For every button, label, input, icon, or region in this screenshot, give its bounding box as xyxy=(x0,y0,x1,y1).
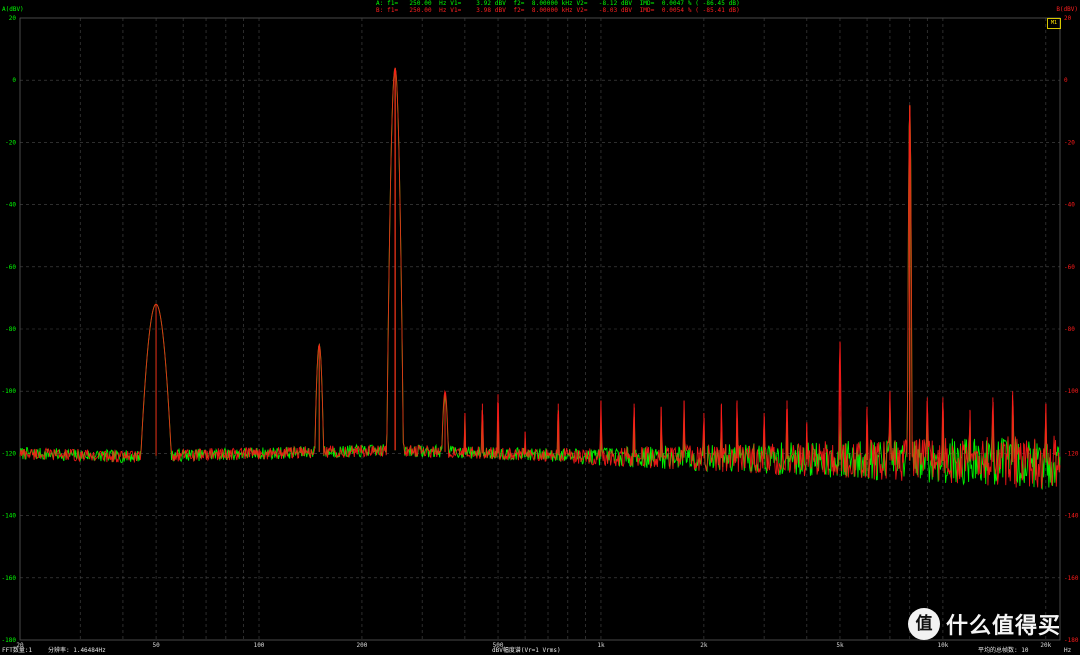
y-tick-label-right: -20 xyxy=(1064,139,1075,146)
x-tick-label: 5k xyxy=(836,642,844,649)
fft-spectrum-chart: 200-20-40-60-80-100-120-140-160-180200-2… xyxy=(2,15,1079,649)
resolution-label: 分辨率: 1.46484Hz xyxy=(48,647,106,654)
watermark: 值 什么值得买 xyxy=(908,608,1061,640)
y-tick-label-right: -140 xyxy=(1064,513,1079,520)
y-tick-label-right: -100 xyxy=(1064,388,1079,395)
x-tick-label: 1k xyxy=(597,642,605,649)
y-tick-label-left: 20 xyxy=(9,15,17,22)
spectrum-traces xyxy=(19,67,1061,490)
series-trace xyxy=(19,67,1061,490)
x-tick-label: 10k xyxy=(937,642,948,649)
y-tick-label-right: 20 xyxy=(1064,15,1072,22)
y-tick-label-right: -60 xyxy=(1064,264,1075,271)
y-tick-label-right: -40 xyxy=(1064,202,1075,209)
x-tick-label: 20k xyxy=(1040,642,1051,649)
y-tick-label-left: -40 xyxy=(5,202,16,209)
average-frames-label: 平均的总帧数: 10 xyxy=(978,647,1029,654)
y-tick-label-left: -160 xyxy=(2,575,17,582)
y-tick-label-left: -100 xyxy=(2,388,17,395)
watermark-logo-icon: 值 xyxy=(908,608,940,640)
y-tick-label-left: -20 xyxy=(5,139,16,146)
fft-count-label: FFT数量:1 xyxy=(2,647,33,654)
channel-a-readout: A: f1= 250.00 Hz V1= 3.92 dBV f2= 8.0000… xyxy=(376,0,740,7)
spectrum-type-label: dBV幅度谱(Vr=1 Vrms) xyxy=(492,647,561,654)
y-tick-label-right: 0 xyxy=(1064,77,1068,84)
series-A xyxy=(19,67,1061,490)
series-trace xyxy=(19,67,1061,489)
y-tick-label-right: -160 xyxy=(1064,575,1079,582)
x-tick-label: 50 xyxy=(152,642,160,649)
grid-lines xyxy=(19,17,1061,641)
y-axis-ticks: 20 0 -20 -40 -60 -80 -100 -120 -140 -160 -180 20 0 -2… xyxy=(2,15,1079,644)
y-tick-label-left: -120 xyxy=(2,450,17,457)
y-tick-label-right: -180 xyxy=(1064,637,1079,644)
x-axis-unit: Hz xyxy=(1064,647,1072,654)
watermark-text: 什么值得买 xyxy=(946,614,1062,639)
x-tick-label: 200 xyxy=(357,642,368,649)
left-axis-title: A(dBV) xyxy=(2,6,24,13)
channel-b-readout: B: f1= 250.00 Hz V1= 3.98 dBV f2= 8.0000… xyxy=(376,7,740,14)
y-tick-label-left: -180 xyxy=(2,637,17,644)
y-tick-label-left: -80 xyxy=(5,326,16,333)
x-tick-label: 2k xyxy=(700,642,708,649)
marker-badge[interactable]: M1 xyxy=(1047,18,1061,29)
x-tick-label: 100 xyxy=(254,642,265,649)
y-tick-label-right: -120 xyxy=(1064,450,1079,457)
y-tick-label-right: -80 xyxy=(1064,326,1075,333)
right-axis-title: B(dBV) xyxy=(1056,6,1078,13)
y-tick-label-left: -140 xyxy=(2,513,17,520)
y-tick-label-left: 0 xyxy=(12,77,16,84)
series-B xyxy=(19,67,1061,489)
y-tick-label-left: -60 xyxy=(5,264,16,271)
